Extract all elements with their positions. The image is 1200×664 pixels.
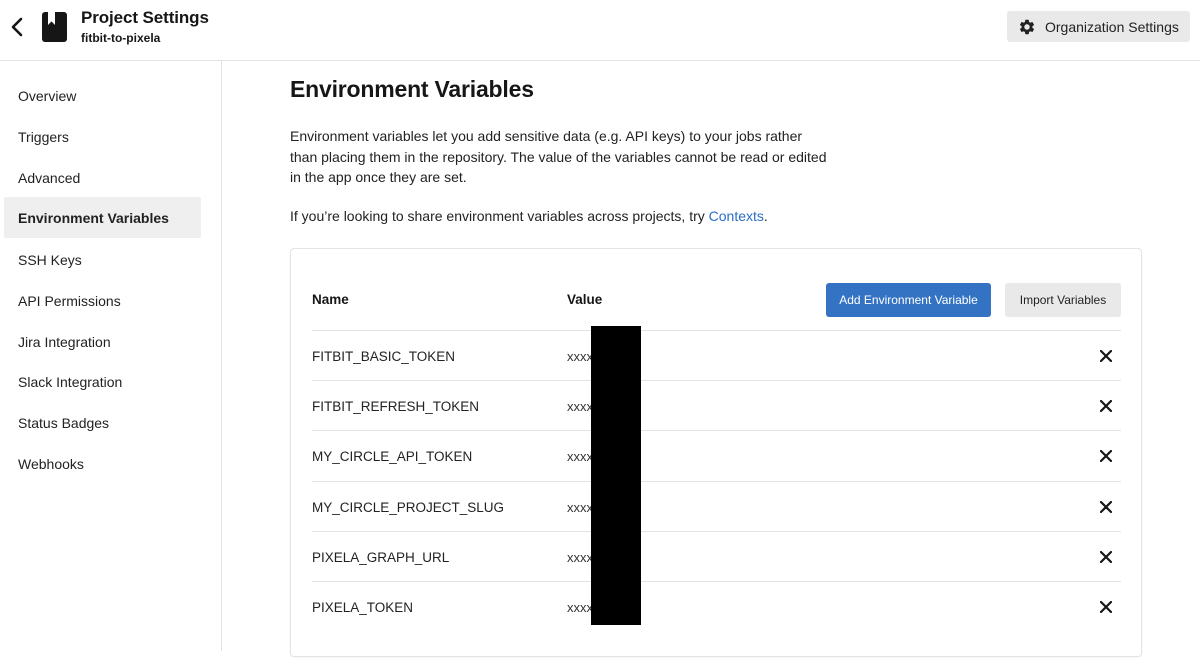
close-icon	[1099, 449, 1112, 462]
settings-sidebar: Overview Triggers Advanced Environment V…	[0, 61, 222, 651]
bookmark-icon	[42, 12, 67, 42]
variable-name: FITBIT_BASIC_TOKEN	[312, 348, 456, 364]
variable-name: MY_CIRCLE_PROJECT_SLUG	[312, 499, 505, 515]
close-icon	[1099, 399, 1112, 412]
add-environment-variable-button[interactable]: Add Environment Variable	[826, 283, 991, 317]
close-icon	[1099, 500, 1112, 513]
table-row: MY_CIRCLE_API_TOKEN xxxx	[312, 430, 1121, 480]
variable-value: xxxx	[567, 448, 593, 464]
sidebar-item-overview[interactable]: Overview	[4, 75, 201, 116]
variable-name: PIXELA_TOKEN	[312, 599, 414, 615]
close-icon	[1099, 600, 1112, 613]
sidebar-item-advanced[interactable]: Advanced	[4, 157, 201, 198]
sidebar-item-status-badges[interactable]: Status Badges	[4, 402, 201, 443]
section-title: Environment Variables	[290, 76, 534, 102]
delete-variable-button[interactable]	[1096, 346, 1115, 365]
table-row: PIXELA_TOKEN xxxx	[312, 581, 1121, 631]
variable-value: xxxx	[567, 398, 593, 414]
redaction-block	[591, 326, 641, 625]
table-row: PIXELA_GRAPH_URL xxxx	[312, 531, 1121, 581]
gear-icon	[1019, 19, 1035, 34]
sidebar-item-webhooks[interactable]: Webhooks	[4, 443, 201, 484]
delete-variable-button[interactable]	[1096, 547, 1115, 566]
column-header-value: Value	[567, 292, 603, 307]
organization-settings-label: Organization Settings	[1045, 18, 1179, 35]
import-variables-button[interactable]: Import Variables	[1005, 283, 1121, 317]
back-button[interactable]	[6, 14, 28, 40]
variable-value: xxxx	[567, 348, 593, 364]
sidebar-item-jira-integration[interactable]: Jira Integration	[4, 321, 201, 362]
close-icon	[1099, 349, 1112, 362]
delete-variable-button[interactable]	[1096, 446, 1115, 465]
variable-name: PIXELA_GRAPH_URL	[312, 549, 450, 565]
variable-value: xxxx	[567, 599, 593, 615]
variable-name: MY_CIRCLE_API_TOKEN	[312, 448, 473, 464]
table-row: MY_CIRCLE_PROJECT_SLUG xxxx	[312, 481, 1121, 531]
delete-variable-button[interactable]	[1096, 597, 1115, 616]
page-title: Project Settings	[81, 8, 209, 27]
column-header-name: Name	[312, 292, 349, 307]
section-description: Environment variables let you add sensit…	[290, 128, 827, 185]
sidebar-item-environment-variables[interactable]: Environment Variables	[4, 197, 201, 238]
top-header: Project Settings fitbit-to-pixela Organi…	[0, 0, 1200, 61]
sidebar-item-slack-integration[interactable]: Slack Integration	[4, 361, 201, 402]
contexts-hint-text: If you’re looking to share environment v…	[290, 208, 709, 224]
contexts-link[interactable]: Contexts	[709, 208, 764, 224]
contexts-hint: If you’re looking to share environment v…	[290, 208, 768, 224]
sidebar-item-ssh-keys[interactable]: SSH Keys	[4, 239, 201, 280]
table-row: FITBIT_BASIC_TOKEN xxxx	[312, 330, 1121, 380]
delete-variable-button[interactable]	[1096, 396, 1115, 415]
delete-variable-button[interactable]	[1096, 497, 1115, 516]
variable-name: FITBIT_REFRESH_TOKEN	[312, 398, 480, 414]
table-row: FITBIT_REFRESH_TOKEN xxxx	[312, 380, 1121, 430]
sidebar-item-triggers[interactable]: Triggers	[4, 116, 201, 157]
close-icon	[1099, 550, 1112, 563]
contexts-hint-suffix: .	[763, 208, 768, 224]
variable-value: xxxx	[567, 549, 593, 565]
variable-value: xxxx	[567, 499, 593, 515]
project-name: fitbit-to-pixela	[81, 31, 161, 45]
organization-settings-button[interactable]: Organization Settings	[1007, 11, 1190, 42]
chevron-left-icon	[11, 17, 23, 37]
sidebar-item-api-permissions[interactable]: API Permissions	[4, 280, 201, 321]
